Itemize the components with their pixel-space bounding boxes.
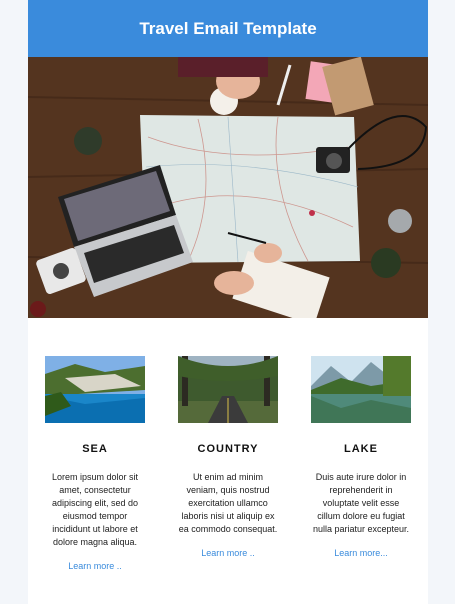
country-image [178,356,278,423]
country-heading: COUNTRY [197,443,259,455]
sea-heading: SEA [82,443,108,455]
destination-card-country: COUNTRY Ut enim ad minim veniam, quis no… [172,356,284,558]
email-container: Travel Email Template SEA Lorem ipsum do… [28,0,428,604]
header-title: Travel Email Template [139,18,317,38]
country-learn-more-link[interactable]: Learn more .. [172,548,284,558]
email-header: Travel Email Template [28,0,428,57]
lake-learn-more-link[interactable]: Learn more... [305,548,417,558]
destination-card-lake: LAKE Duis aute irure dolor in reprehende… [305,356,417,558]
lake-description: Duis aute irure dolor in reprehenderit i… [312,472,410,534]
hero-image [28,57,428,318]
sea-description: Lorem ipsum dolor sit amet, consectetur … [51,472,139,547]
country-description: Ut enim ad minim veniam, quis nostrud ex… [178,472,278,534]
destination-card-sea: SEA Lorem ipsum dolor sit amet, consecte… [39,356,151,571]
destinations-section: SEA Lorem ipsum dolor sit amet, consecte… [28,318,428,604]
sea-image [45,356,145,423]
sea-learn-more-link[interactable]: Learn more .. [39,561,151,571]
lake-image [311,356,411,423]
lake-heading: LAKE [344,443,378,455]
